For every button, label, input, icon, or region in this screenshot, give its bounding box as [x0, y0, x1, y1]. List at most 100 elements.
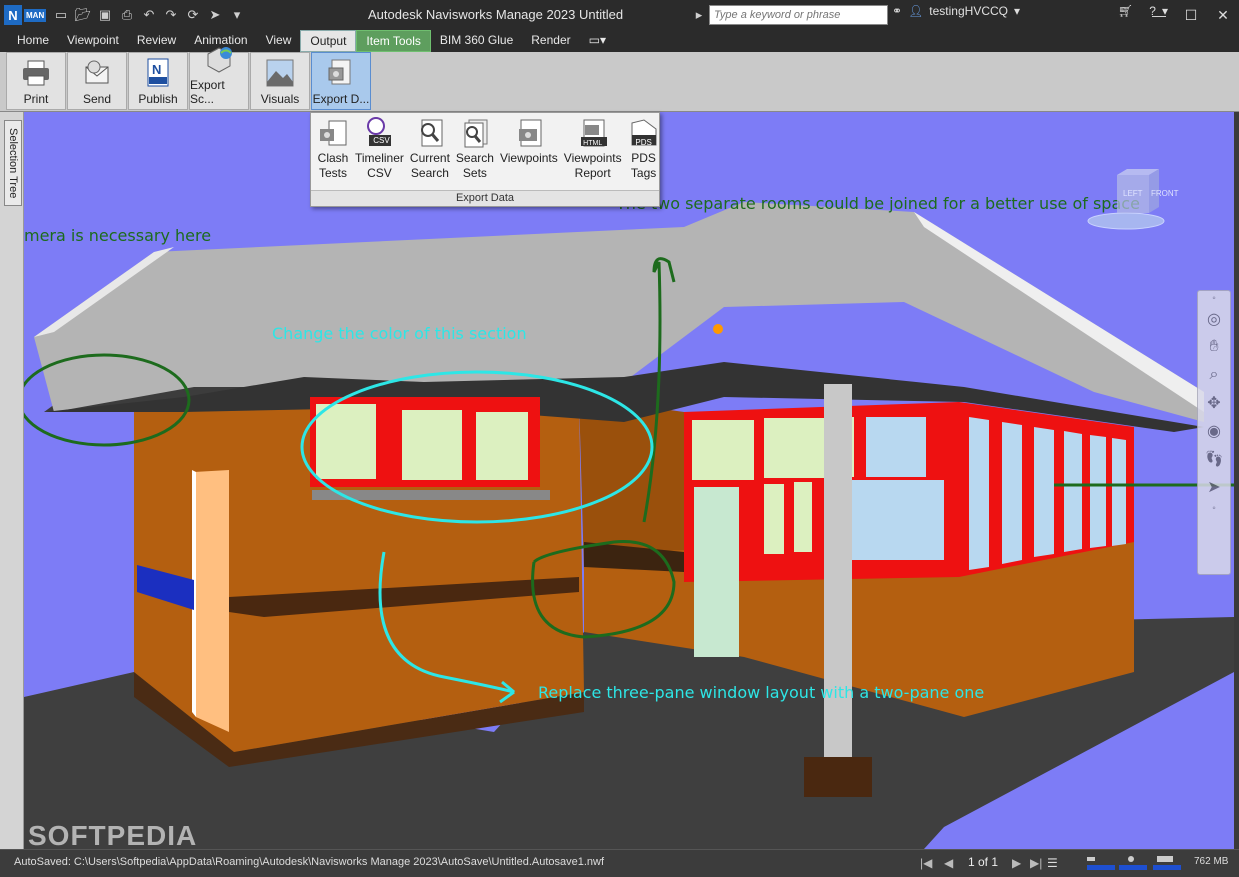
scene-viewport[interactable]: mera is necessary here The two separate …: [24, 112, 1234, 849]
user-icon[interactable]: 👤︎: [908, 4, 923, 18]
select-arrow-icon[interactable]: ➤: [1198, 473, 1230, 501]
timeliner-csv-line2: CSV: [367, 166, 392, 180]
viewpoints-button[interactable]: Viewpoints: [497, 117, 561, 181]
print-button-label: Print: [23, 92, 49, 106]
title-bar: N MAN ▭ 📂︎ ▣ ⎙ ↶ ↷ ⟳ ➤ ▾ Autodesk Navisw…: [0, 0, 1239, 30]
timeliner-csv-icon: CSV: [363, 117, 395, 149]
publish-button[interactable]: N Publish: [128, 52, 188, 110]
nwd-publish-icon: N: [143, 58, 173, 88]
send-email-icon: [82, 58, 112, 88]
current-search-line1: Current: [409, 151, 450, 165]
html-tag: HTML: [583, 139, 603, 147]
clash-tests-button[interactable]: Clash Tests: [314, 117, 352, 181]
user-menu-chevron-icon[interactable]: ▾: [1014, 4, 1020, 18]
last-sheet-icon[interactable]: ▶|: [1030, 856, 1042, 870]
clash-tests-line1: Clash: [317, 151, 349, 165]
visuals-button[interactable]: Visuals: [250, 52, 310, 110]
tab-render[interactable]: Render: [522, 30, 579, 52]
navisworks-window: N MAN ▭ 📂︎ ▣ ⎙ ↶ ↷ ⟳ ➤ ▾ Autodesk Navisw…: [0, 0, 1239, 877]
look-around-icon[interactable]: ◉: [1198, 417, 1230, 445]
first-sheet-icon[interactable]: |◀: [920, 856, 932, 870]
selection-tree-tab[interactable]: Selection Tree: [4, 120, 22, 206]
steering-wheel-icon[interactable]: ◎: [1198, 305, 1230, 333]
send-button[interactable]: Send: [67, 52, 127, 110]
image-visuals-icon: [265, 58, 295, 88]
current-search-button[interactable]: Current Search: [407, 117, 453, 181]
print-icon[interactable]: ⎙: [116, 4, 138, 26]
search-sets-button[interactable]: Search Sets: [453, 117, 497, 181]
export-scene-button[interactable]: Export Sc...: [189, 47, 249, 110]
navbar-options-icon[interactable]: ◦: [1198, 501, 1230, 515]
walk-icon[interactable]: 👣︎: [1198, 445, 1230, 473]
refresh-icon[interactable]: ⟳: [182, 4, 204, 26]
user-name[interactable]: testingHVCCQ: [929, 4, 1008, 18]
autosave-path: AutoSaved: C:\Users\Softpedia\AppData\Ro…: [14, 856, 605, 868]
app-logo-tag: MAN: [24, 8, 47, 22]
redo-icon[interactable]: ↷: [160, 4, 182, 26]
save-icon[interactable]: ▣: [94, 4, 116, 26]
export-data-button-label: Export D...: [312, 92, 370, 106]
cart-icon[interactable]: 🛒︎: [1118, 4, 1133, 18]
window-controls: — ☐ ✕: [1143, 0, 1239, 30]
status-bar: AutoSaved: C:\Users\Softpedia\AppData\Ro…: [0, 849, 1239, 877]
annotation-color: Change the color of this section: [272, 324, 527, 343]
previous-sheet-icon[interactable]: ◀: [944, 856, 953, 870]
viewpoints-report-line1: Viewpoints: [563, 151, 622, 165]
close-icon[interactable]: ✕: [1207, 0, 1239, 30]
building-model-render: [24, 202, 1234, 849]
viewpoints-line1: Viewpoints: [499, 151, 558, 165]
export-scene-button-label: Export Sc...: [190, 78, 225, 106]
print-button[interactable]: Print: [6, 52, 66, 110]
sheet-browser-icon[interactable]: ☰: [1047, 856, 1058, 870]
export-data-button[interactable]: Export D...: [311, 52, 371, 110]
annotation-rooms: The two separate rooms could be joined f…: [616, 194, 1140, 213]
send-button-label: Send: [82, 92, 112, 106]
search-sets-icon: [459, 117, 491, 149]
viewcube-left-face[interactable]: LEFT: [1123, 189, 1143, 198]
minimize-icon[interactable]: —: [1143, 0, 1175, 30]
tab-output[interactable]: Output: [300, 30, 357, 52]
timeliner-csv-line1: Timeliner: [355, 151, 404, 165]
annotation-camera: mera is necessary here: [24, 226, 212, 245]
maximize-icon[interactable]: ☐: [1175, 0, 1207, 30]
viewpoints-report-button[interactable]: HTML Viewpoints Report: [561, 117, 625, 181]
tab-view[interactable]: View: [257, 30, 301, 52]
search-sets-line1: Search: [455, 151, 494, 165]
ribbon-options-icon[interactable]: ▭▾: [580, 30, 615, 52]
tab-item-tools[interactable]: Item Tools: [356, 30, 431, 52]
viewpoints-icon: [513, 117, 545, 149]
pds-tag: PDS: [635, 137, 652, 147]
tab-viewpoint[interactable]: Viewpoint: [58, 30, 128, 52]
next-sheet-icon[interactable]: ▶: [1012, 856, 1021, 870]
pds-tags-line2: Tags: [630, 166, 657, 180]
pds-tags-line1: PDS: [631, 151, 656, 165]
annotation-window-layout: Replace three-pane window layout with a …: [538, 683, 985, 702]
orbit-icon[interactable]: ✥: [1198, 389, 1230, 417]
export-data-panel-label: Export Data: [311, 190, 659, 206]
infocenter-toolbar: ⚭ 👤︎ testingHVCCQ ▾ 🛒︎ ? ▾: [892, 4, 1168, 18]
pds-tags-icon: PDS: [628, 117, 660, 149]
quick-access-dropdown-icon[interactable]: ▾: [226, 4, 248, 26]
ribbon-tabs: Home Viewpoint Review Animation View Out…: [0, 30, 1239, 52]
pds-tags-button[interactable]: PDS PDS Tags: [625, 117, 663, 181]
clash-tests-icon: [317, 117, 349, 149]
app-logo-button[interactable]: N MAN: [4, 4, 50, 26]
side-panel-dock: Selection Tree: [0, 112, 24, 849]
navbar-close-icon[interactable]: ◦: [1198, 291, 1230, 305]
viewcube[interactable]: LEFT FRONT: [1087, 165, 1179, 233]
zoom-icon[interactable]: ⌕: [1198, 361, 1230, 389]
tab-review[interactable]: Review: [128, 30, 185, 52]
tab-home[interactable]: Home: [8, 30, 58, 52]
tab-bim-360-glue[interactable]: BIM 360 Glue: [431, 30, 522, 52]
infocenter-expand-icon[interactable]: ▸: [688, 4, 710, 26]
undo-icon[interactable]: ↶: [138, 4, 160, 26]
viewcube-front-face[interactable]: FRONT: [1151, 189, 1179, 198]
pan-hand-icon[interactable]: ✋︎: [1198, 333, 1230, 361]
help-search-input[interactable]: [709, 5, 888, 25]
select-cursor-icon[interactable]: ➤: [204, 4, 226, 26]
open-file-icon[interactable]: 📂︎: [72, 4, 94, 26]
timeliner-csv-button[interactable]: CSV Timeliner CSV: [352, 117, 407, 181]
new-file-icon[interactable]: ▭: [50, 4, 72, 26]
current-search-line2: Search: [410, 166, 449, 180]
binoculars-icon[interactable]: ⚭: [892, 4, 902, 18]
